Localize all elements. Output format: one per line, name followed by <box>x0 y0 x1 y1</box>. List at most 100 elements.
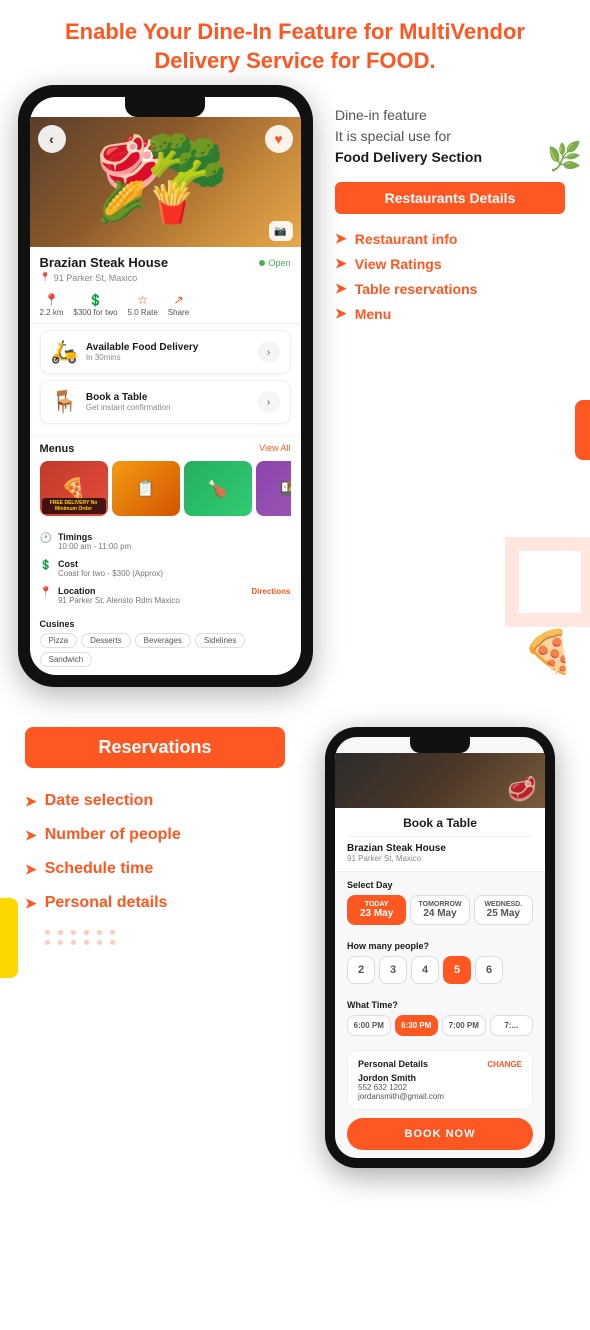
people-selector: 2 3 4 5 6 <box>347 956 533 984</box>
people-section: How many people? 2 3 4 5 6 <box>335 933 545 992</box>
header-title: Enable Your Dine-In Feature for MultiVen… <box>30 18 560 75</box>
deco-dot <box>45 930 50 935</box>
cost-content: Cost Coast for two - $300 (Approx) <box>58 559 291 578</box>
deco-orange-strip <box>575 400 590 460</box>
people-6[interactable]: 6 <box>475 956 503 984</box>
menu-image-1: 📋 <box>112 461 180 516</box>
arrow-icon-4: ➤ <box>335 305 347 322</box>
phone1-container: ‹ ♥ 🥩🥦 📷 Brazian Steak House Open <box>10 85 320 687</box>
rate-stat: ☆ 5.0 Rate <box>128 293 158 317</box>
feature-schedule-time: ➤ Schedule time <box>25 852 285 886</box>
share-icon: ↗ <box>173 293 183 307</box>
feature-view-ratings: ➤ View Ratings <box>335 251 565 276</box>
people-3[interactable]: 3 <box>379 956 407 984</box>
deco-dot <box>110 930 115 935</box>
arrow-icon-personal: ➤ <box>25 895 37 912</box>
delivery-arrow[interactable]: › <box>258 341 280 363</box>
timings-content: Timings 10:00 am - 11:00 pm <box>58 532 291 551</box>
tag-desserts[interactable]: Desserts <box>81 633 131 648</box>
deco-dot <box>71 940 76 945</box>
tags-row: Pizza Desserts Beverages Sidelines Sandw… <box>40 633 291 667</box>
tag-sidelines[interactable]: Sidelines <box>195 633 245 648</box>
back-button[interactable]: ‹ <box>38 125 66 153</box>
favorite-button[interactable]: ♥ <box>265 125 293 153</box>
stats-row: 📍 2.2 km 💲 $300 for two ☆ 5.0 Rate ↗ Sha… <box>30 287 301 324</box>
deco-dot <box>58 930 63 935</box>
delivery-card[interactable]: 🛵 Available Food Delivery In 30mins › <box>40 330 291 374</box>
deco-dot <box>97 930 102 935</box>
distance-stat: 📍 2.2 km <box>40 293 64 317</box>
arrow-icon-3: ➤ <box>335 280 347 297</box>
people-2[interactable]: 2 <box>347 956 375 984</box>
tag-sandwich[interactable]: Sandwich <box>40 652 93 667</box>
tag-pizza[interactable]: Pizza <box>40 633 78 648</box>
table-card[interactable]: 🪑 Book a Table Get instant confirmation … <box>40 380 291 424</box>
divider <box>347 836 533 837</box>
restaurant-name: Brazian Steak House <box>40 255 169 270</box>
day-selector: TODAY 23 May TOMORROW 24 May WEDNESD. 25… <box>347 895 533 925</box>
personal-details-card: Personal Details CHANGE Jordon Smith 552… <box>347 1050 533 1110</box>
day-wednesday[interactable]: WEDNESD. 25 May <box>474 895 533 925</box>
phone2-food-emoji: 🥩 <box>507 775 537 804</box>
location-content: Location Directions 91 Parker St, Alenst… <box>58 586 291 605</box>
table-arrow[interactable]: › <box>258 391 280 413</box>
cuisines-section: Cusines Pizza Desserts Beverages Sidelin… <box>30 615 301 675</box>
menus-header: Menus View All <box>40 443 291 455</box>
deco-yellow-strip <box>0 898 18 978</box>
arrow-icon-2: ➤ <box>335 255 347 272</box>
deco-dot <box>58 940 63 945</box>
table-icon: 🪑 <box>51 389 78 415</box>
restaurant-info: Brazian Steak House Open 📍 91 Parker St,… <box>30 247 301 287</box>
cost-stat: 💲 $300 for two <box>74 293 118 317</box>
open-dot <box>259 260 265 266</box>
phone1-frame: ‹ ♥ 🥩🥦 📷 Brazian Steak House Open <box>18 85 313 687</box>
time-700pm[interactable]: 7:00 PM <box>442 1015 486 1036</box>
phone2-screen: 🥩 Book a Table Brazian Steak House 91 Pa… <box>335 737 545 1158</box>
table-text: Book a Table Get instant confirmation <box>86 392 250 412</box>
day-today[interactable]: TODAY 23 May <box>347 895 406 925</box>
cost-row: 💲 Cost Coast for two - $300 (Approx) <box>40 555 291 582</box>
arrow-icon-date: ➤ <box>25 793 37 810</box>
day-selection-section: Select Day TODAY 23 May TOMORROW 24 May … <box>335 872 545 933</box>
deco-dot <box>84 930 89 935</box>
restaurants-details-label: Restaurants Details <box>335 182 565 214</box>
distance-icon: 📍 <box>44 293 59 307</box>
arrow-icon-people: ➤ <box>25 827 37 844</box>
menu-image-3: 🍱 <box>256 461 291 516</box>
reservations-label: Reservations <box>25 727 285 768</box>
time-600pm[interactable]: 6:00 PM <box>347 1015 391 1036</box>
people-4[interactable]: 4 <box>411 956 439 984</box>
open-status: Open <box>259 258 290 268</box>
arrow-icon-time: ➤ <box>25 861 37 878</box>
time-more[interactable]: 7:... <box>490 1015 534 1036</box>
menu-images: 🍕 FREE DELIVERY No Minimum Order 📋 🍗 🍱 <box>40 461 291 516</box>
bottom-section: Reservations ➤ Date selection ➤ Number o… <box>0 707 590 1178</box>
delivery-text: Available Food Delivery In 30mins <box>86 342 250 362</box>
feature-number-people: ➤ Number of people <box>25 818 285 852</box>
cost-detail-icon: 💲 <box>40 560 52 571</box>
book-now-button[interactable]: BOOK NOW <box>347 1118 533 1150</box>
free-delivery-badge: FREE DELIVERY No Minimum Order <box>42 498 106 514</box>
feature-list: ➤ Restaurant info ➤ View Ratings ➤ Table… <box>335 226 565 326</box>
rest-name-row: Brazian Steak House Open <box>40 255 291 270</box>
location-detail-icon: 📍 <box>40 587 52 598</box>
right-panel: Dine-in feature It is special use for Fo… <box>320 85 580 687</box>
booking-header: Book a Table Brazian Steak House 91 Park… <box>335 808 545 872</box>
people-5[interactable]: 5 <box>443 956 471 984</box>
restaurant-address: 📍 91 Parker St, Maxico <box>40 272 291 283</box>
timings-row: 🕐 Timings 10:00 am - 11:00 pm <box>40 528 291 555</box>
day-tomorrow[interactable]: TOMORROW 24 May <box>410 895 469 925</box>
deco-dot <box>110 940 115 945</box>
header: Enable Your Dine-In Feature for MultiVen… <box>0 0 590 85</box>
top-section: 🌿 ‹ ♥ 🥩🥦 📷 Brazian Steak House <box>0 85 590 697</box>
deco-circle <box>505 537 590 627</box>
time-630pm[interactable]: 6:30 PM <box>395 1015 439 1036</box>
feature-menu: ➤ Menu <box>335 301 565 326</box>
deco-dots-bottom <box>45 930 285 945</box>
menus-section: Menus View All 🍕 FREE DELIVERY No Minimu… <box>30 437 301 522</box>
phone2-container: 🥩 Book a Table Brazian Steak House 91 Pa… <box>300 717 580 1168</box>
share-stat[interactable]: ↗ Share <box>168 293 189 317</box>
photo-icon: 📷 <box>269 221 293 241</box>
tag-beverages[interactable]: Beverages <box>135 633 191 648</box>
reservations-panel: Reservations ➤ Date selection ➤ Number o… <box>10 717 300 1168</box>
